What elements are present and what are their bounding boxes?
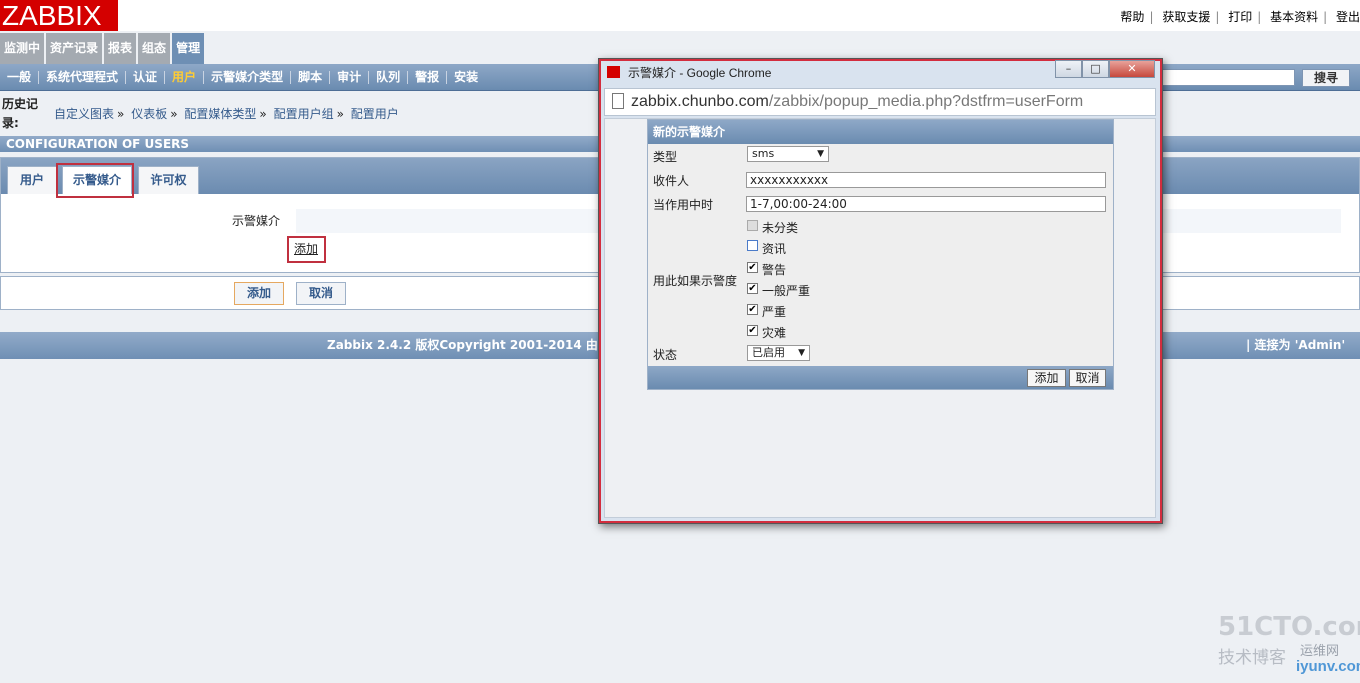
media-label: 示警媒介: [232, 214, 281, 228]
url-path: /zabbix/popup_media.php?dstfrm=userForm: [768, 93, 1084, 110]
watermark: iyunv.com: [1296, 658, 1360, 675]
main-menu: 监测中 资产记录 报表 组态 管理: [0, 33, 206, 64]
status-value: 已启用: [752, 346, 785, 359]
add-button[interactable]: 添加: [234, 282, 284, 305]
chevron-down-icon: ▼: [817, 149, 824, 159]
print-link[interactable]: 打印: [1228, 10, 1252, 24]
recipient-label: 收件人: [653, 174, 690, 188]
minimize-icon[interactable]: –: [1055, 60, 1082, 78]
page-icon: [612, 93, 624, 109]
breadcrumb-separator: »: [117, 107, 125, 121]
checkbox-warning[interactable]: ✔: [747, 262, 758, 273]
separator: |: [1149, 10, 1154, 24]
history-label: 历史记录:: [2, 97, 39, 130]
severity-disaster-label: 灾难: [762, 326, 787, 340]
type-select[interactable]: sms ▼: [747, 146, 829, 162]
breadcrumb-media-types[interactable]: 配置媒体类型: [184, 107, 256, 121]
status-select[interactable]: 已启用 ▼: [747, 345, 810, 361]
submenu-users[interactable]: 用户: [165, 64, 203, 91]
form-header: 新的示警媒介: [648, 120, 1113, 144]
submenu-proxies[interactable]: 系统代理程式: [39, 64, 125, 91]
cancel-button[interactable]: 取消: [296, 282, 346, 305]
connected-as: | 连接为 'Admin': [1246, 338, 1346, 352]
severity-information-label: 资讯: [762, 242, 787, 256]
type-value: sms: [752, 147, 775, 160]
submenu-authentication[interactable]: 认证: [126, 64, 164, 91]
submenu-notifications[interactable]: 警报: [408, 64, 446, 91]
severity-not-classified-label: 未分类: [762, 221, 799, 235]
highlight-box: [56, 163, 134, 198]
media-form: [647, 119, 1114, 390]
severity-high-label: 严重: [762, 305, 787, 319]
copyright-text: Zabbix 2.4.2 版权Copyright 2001-2014 由: [327, 338, 598, 352]
url-host: zabbix.chunbo.com: [631, 93, 769, 110]
menu-configuration[interactable]: 组态: [138, 33, 171, 64]
separator: |: [1215, 10, 1220, 24]
tab-user[interactable]: 用户: [7, 166, 57, 194]
checkbox-not-classified[interactable]: [747, 220, 758, 231]
profile-link[interactable]: 基本资料: [1270, 10, 1318, 24]
popup-cancel-button[interactable]: 取消: [1069, 369, 1106, 387]
submenu-scripts[interactable]: 脚本: [291, 64, 329, 91]
breadcrumb-separator: »: [336, 107, 344, 121]
breadcrumb-dashboard[interactable]: 仪表板: [131, 107, 167, 121]
submenu-general[interactable]: 一般: [0, 64, 38, 91]
tab-permissions[interactable]: 许可权: [138, 166, 199, 194]
popup-add-button[interactable]: 添加: [1027, 369, 1066, 387]
period-input[interactable]: 1-7,00:00-24:00: [746, 196, 1106, 212]
period-label: 当作用中时: [653, 198, 714, 212]
search-input[interactable]: [1160, 69, 1295, 86]
watermark: 技术博客: [1218, 648, 1286, 668]
chevron-down-icon: ▼: [798, 348, 805, 358]
submenu-queue[interactable]: 队列: [369, 64, 407, 91]
search-button[interactable]: 搜寻: [1302, 69, 1350, 87]
type-label: 类型: [653, 150, 678, 164]
logout-link[interactable]: 登出: [1336, 10, 1360, 24]
zabbix-logo[interactable]: ZABBIX: [0, 0, 118, 31]
zabbix-favicon-icon: [607, 66, 620, 78]
breadcrumb-separator: »: [170, 107, 178, 121]
watermark: 运维网: [1300, 644, 1340, 659]
submenu-audit[interactable]: 审计: [330, 64, 368, 91]
breadcrumb-user-groups[interactable]: 配置用户组: [274, 107, 334, 121]
maximize-icon[interactable]: □: [1082, 60, 1109, 78]
highlight-box: [287, 236, 326, 263]
menu-monitoring[interactable]: 监测中: [0, 33, 45, 64]
support-link[interactable]: 获取支援: [1162, 10, 1210, 24]
submenu-media-types[interactable]: 示警媒介类型: [204, 64, 290, 91]
checkbox-high[interactable]: ✔: [747, 304, 758, 315]
popup-title: 示警媒介 - Google Chrome: [628, 66, 772, 80]
close-icon[interactable]: ✕: [1109, 60, 1155, 78]
menu-inventory[interactable]: 资产记录: [46, 33, 103, 64]
top-links: 帮助 | 获取支援 | 打印 | 基本资料 | 登出: [1120, 8, 1360, 25]
severity-label: 用此如果示警度: [653, 274, 738, 288]
checkbox-disaster[interactable]: ✔: [747, 325, 758, 336]
checkbox-information[interactable]: [747, 240, 758, 251]
severity-average-label: 一般严重: [762, 284, 811, 298]
help-link[interactable]: 帮助: [1120, 10, 1144, 24]
checkbox-average[interactable]: ✔: [747, 283, 758, 294]
breadcrumb: 自定义图表» 仪表板» 配置媒体类型» 配置用户组» 配置用户: [54, 105, 399, 122]
severity-warning-label: 警告: [762, 263, 787, 277]
watermark: 51CTO.com: [1218, 612, 1360, 642]
url-text[interactable]: zabbix.chunbo.com/zabbix/popup_media.php…: [631, 93, 1083, 111]
breadcrumb-separator: »: [259, 107, 267, 121]
breadcrumb-users[interactable]: 配置用户: [351, 107, 399, 121]
menu-administration[interactable]: 管理: [172, 33, 205, 64]
recipient-input[interactable]: xxxxxxxxxxx: [746, 172, 1106, 188]
status-label: 状态: [653, 348, 678, 362]
breadcrumb-custom-graphs[interactable]: 自定义图表: [54, 107, 114, 121]
separator: |: [1257, 10, 1262, 24]
submenu-installation[interactable]: 安装: [447, 64, 485, 91]
menu-reports[interactable]: 报表: [104, 33, 137, 64]
separator: |: [1323, 10, 1328, 24]
